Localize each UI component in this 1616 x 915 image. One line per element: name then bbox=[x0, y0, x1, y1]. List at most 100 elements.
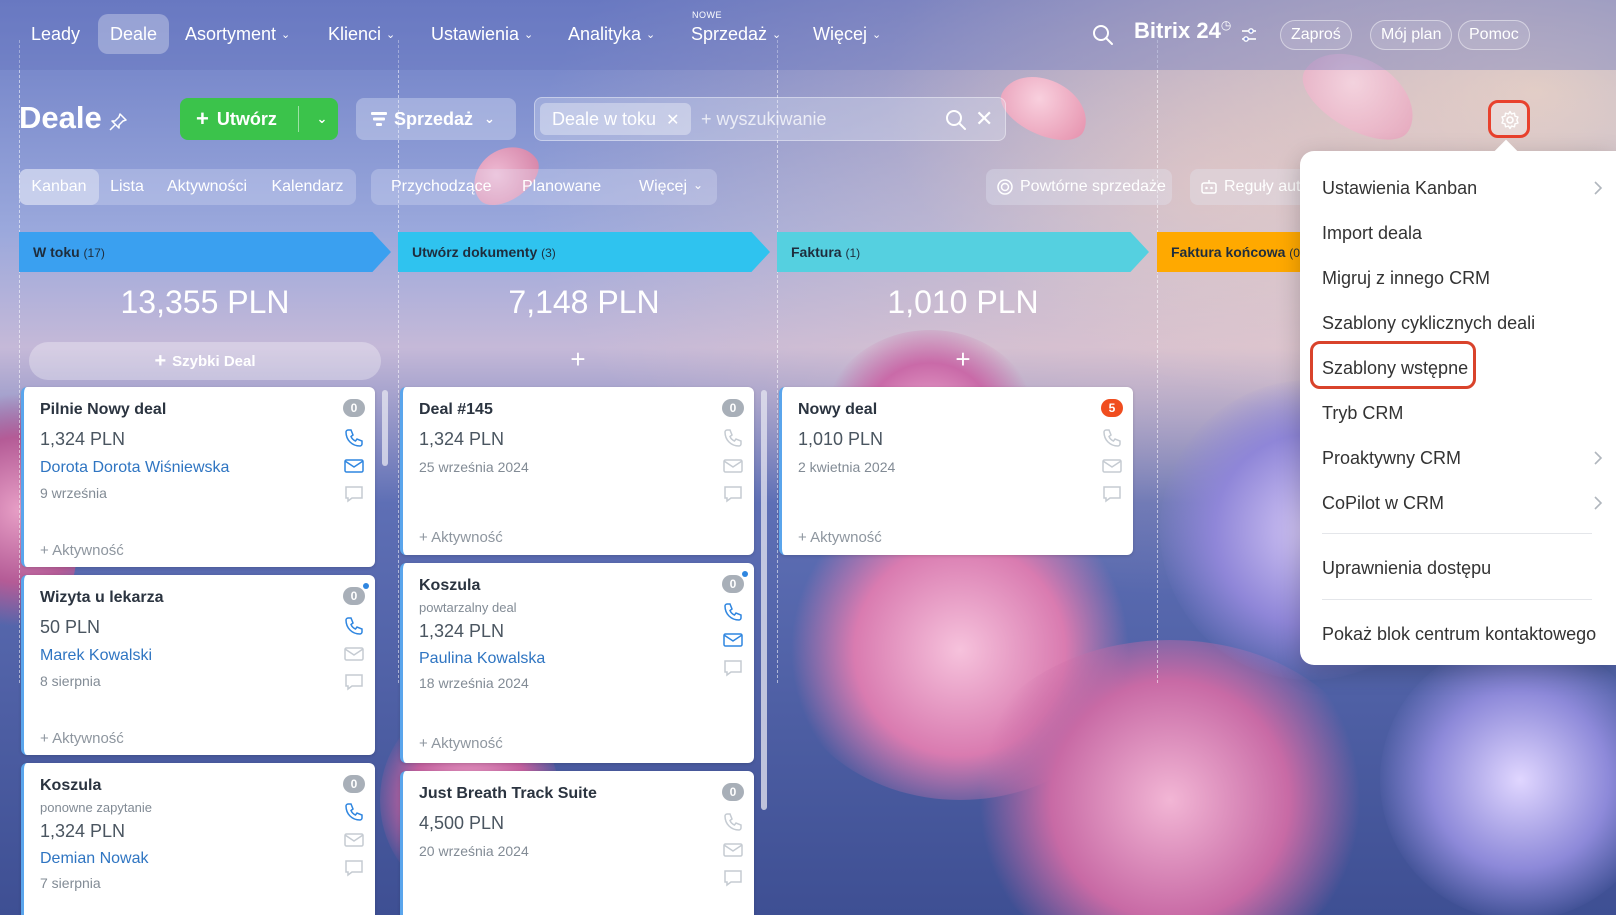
my-plan-button[interactable]: Mój plan bbox=[1370, 20, 1453, 50]
chevron-down-icon: ⌄ bbox=[524, 29, 534, 41]
mail-icon[interactable] bbox=[722, 629, 744, 651]
counter-badge: 0 bbox=[722, 575, 744, 593]
chat-icon[interactable] bbox=[722, 657, 744, 679]
menu-item-recurring-templates[interactable]: Szablony cyklicznych deali bbox=[1322, 311, 1535, 335]
add-deal-plus[interactable]: + bbox=[777, 344, 1149, 375]
column-scrollbar[interactable] bbox=[761, 390, 767, 810]
menu-divider bbox=[1322, 599, 1592, 600]
deal-card[interactable]: Koszula 0 powtarzalny deal 1,324 PLN Pau… bbox=[400, 563, 754, 763]
notification-dot bbox=[742, 571, 748, 577]
funnel-select-button[interactable]: Sprzedaż ⌄ bbox=[356, 98, 516, 140]
search-icon[interactable] bbox=[945, 109, 967, 131]
search-icon[interactable] bbox=[1091, 23, 1115, 47]
column-scrollbar[interactable] bbox=[382, 390, 388, 466]
contact-link[interactable]: Paulina Kowalska bbox=[419, 650, 545, 668]
phone-icon[interactable] bbox=[343, 801, 365, 823]
column-sum: 13,355 PLN bbox=[120, 284, 290, 320]
deal-card[interactable]: Wizyta u lekarza 0 50 PLN Marek Kowalski… bbox=[21, 575, 375, 755]
tab-kalendarz[interactable]: Kalendarz bbox=[259, 169, 356, 205]
tab-lista[interactable]: Lista bbox=[99, 169, 155, 205]
menu-item-import-deal[interactable]: Import deala bbox=[1322, 221, 1422, 245]
menu-item-kanban-settings[interactable]: Ustawienia Kanban bbox=[1322, 176, 1477, 200]
add-activity-link[interactable]: + Aktywność bbox=[40, 730, 124, 747]
deal-card[interactable]: Koszula 0 ponowne zapytanie 1,324 PLN De… bbox=[21, 763, 375, 915]
nav-item-ustawienia[interactable]: Ustawienia ⌄ bbox=[431, 14, 533, 54]
invite-button[interactable]: Zaproś bbox=[1280, 20, 1352, 50]
deal-card[interactable]: Nowy deal 5 1,010 PLN 2 kwietnia 2024 + … bbox=[779, 387, 1133, 555]
preset-filters: Przychodzące Planowane Więcej ⌄ bbox=[371, 169, 717, 205]
column-header[interactable]: W toku (17) bbox=[19, 232, 391, 272]
chat-icon[interactable] bbox=[343, 483, 365, 505]
add-activity-link[interactable]: + Aktywność bbox=[419, 529, 503, 546]
nav-item-wiecej[interactable]: Więcej ⌄ bbox=[813, 14, 881, 54]
phone-icon[interactable] bbox=[722, 811, 744, 833]
tab-aktywnosci[interactable]: Aktywności bbox=[155, 169, 259, 205]
contact-link[interactable]: Demian Nowak bbox=[40, 850, 148, 868]
chat-icon[interactable] bbox=[1101, 483, 1123, 505]
chevron-down-icon[interactable]: ⌄ bbox=[308, 98, 336, 140]
tab-kanban[interactable]: Kanban bbox=[19, 169, 99, 205]
close-icon[interactable]: ✕ bbox=[666, 112, 679, 129]
phone-icon[interactable] bbox=[1101, 427, 1123, 449]
mail-icon[interactable] bbox=[722, 839, 744, 861]
quick-deal-button[interactable]: + Szybki Deal bbox=[29, 342, 381, 380]
counter-badge: 0 bbox=[343, 775, 365, 793]
settings-gear-button[interactable] bbox=[1488, 100, 1530, 138]
add-activity-link[interactable]: + Aktywność bbox=[40, 542, 124, 559]
add-activity-link[interactable]: + Aktywność bbox=[798, 529, 882, 546]
filter-planowane[interactable]: Planowane bbox=[522, 169, 601, 205]
chevron-down-icon: ⌄ bbox=[772, 29, 782, 41]
contact-link[interactable]: Dorota Dorota Wiśniewska bbox=[40, 459, 229, 477]
mail-icon[interactable] bbox=[722, 455, 744, 477]
mail-icon[interactable] bbox=[343, 643, 365, 665]
deal-card[interactable]: Just Breath Track Suite 0 4,500 PLN 20 w… bbox=[400, 771, 754, 915]
pin-icon[interactable] bbox=[108, 112, 128, 132]
mail-icon[interactable] bbox=[1101, 455, 1123, 477]
create-button[interactable]: + Utwórz ⌄ bbox=[180, 98, 338, 140]
contact-link[interactable]: Marek Kowalski bbox=[40, 647, 152, 665]
menu-item-proactive-crm[interactable]: Proaktywny CRM bbox=[1322, 446, 1461, 470]
nav-item-klienci[interactable]: Klienci ⌄ bbox=[328, 14, 395, 54]
settings-menu: Ustawienia Kanban Import deala Migruj z … bbox=[1300, 139, 1616, 665]
menu-item-copilot-crm[interactable]: CoPilot w CRM bbox=[1322, 491, 1444, 515]
funnel-icon bbox=[371, 112, 387, 126]
nav-item-asortyment[interactable]: Asortyment ⌄ bbox=[185, 14, 290, 54]
nav-item-leady[interactable]: Leady bbox=[31, 14, 80, 54]
nav-item-sprzedaz[interactable]: Sprzedaż ⌄ bbox=[691, 14, 781, 54]
mail-icon[interactable] bbox=[343, 455, 365, 477]
phone-icon[interactable] bbox=[722, 427, 744, 449]
chevron-down-icon: ⌄ bbox=[281, 29, 291, 41]
clear-icon[interactable]: ✕ bbox=[975, 98, 993, 140]
filter-przychodzace[interactable]: Przychodzące bbox=[391, 169, 492, 205]
filter-search-bar[interactable]: Deale w toku ✕ + wyszukiwanie ✕ bbox=[534, 97, 1006, 141]
phone-icon[interactable] bbox=[343, 427, 365, 449]
phone-icon[interactable] bbox=[343, 615, 365, 637]
menu-item-contact-center-block[interactable]: Pokaż blok centrum kontaktowego bbox=[1322, 622, 1596, 646]
menu-item-access-permissions[interactable]: Uprawnienia dostępu bbox=[1322, 556, 1491, 580]
deal-card[interactable]: Pilnie Nowy deal 0 1,324 PLN Dorota Doro… bbox=[21, 387, 375, 567]
add-deal-plus[interactable]: + bbox=[392, 344, 764, 375]
help-button[interactable]: Pomoc bbox=[1458, 20, 1530, 50]
chat-icon[interactable] bbox=[722, 867, 744, 889]
mail-icon[interactable] bbox=[343, 829, 365, 851]
add-activity-link[interactable]: + Aktywność bbox=[419, 735, 503, 752]
deal-card[interactable]: Deal #145 0 1,324 PLN 25 września 2024 +… bbox=[400, 387, 754, 555]
menu-item-migrate-crm[interactable]: Migruj z innego CRM bbox=[1322, 266, 1490, 290]
chat-icon[interactable] bbox=[722, 483, 744, 505]
column-header[interactable]: Utwórz dokumenty (3) bbox=[398, 232, 770, 272]
filter-wiecej[interactable]: Więcej ⌄ bbox=[639, 169, 703, 205]
menu-item-preset-templates[interactable]: Szablony wstępne bbox=[1322, 356, 1468, 380]
filter-chip[interactable]: Deale w toku ✕ bbox=[540, 103, 692, 135]
search-input[interactable]: + wyszukiwanie bbox=[701, 98, 827, 140]
chat-icon[interactable] bbox=[343, 671, 365, 693]
nav-item-analityka[interactable]: Analityka ⌄ bbox=[568, 14, 655, 54]
repeat-sales-button[interactable]: Powtórne sprzedaże bbox=[986, 169, 1172, 205]
column-header[interactable]: Faktura (1) bbox=[777, 232, 1149, 272]
brand-logo[interactable]: Bitrix 24◷ bbox=[1134, 18, 1231, 44]
column-sum: 1,010 PLN bbox=[887, 284, 1039, 320]
menu-item-crm-mode[interactable]: Tryb CRM bbox=[1322, 401, 1403, 425]
chat-icon[interactable] bbox=[343, 857, 365, 879]
phone-icon[interactable] bbox=[722, 601, 744, 623]
sliders-icon[interactable] bbox=[1240, 26, 1258, 44]
nav-item-deale[interactable]: Deale bbox=[98, 14, 170, 54]
